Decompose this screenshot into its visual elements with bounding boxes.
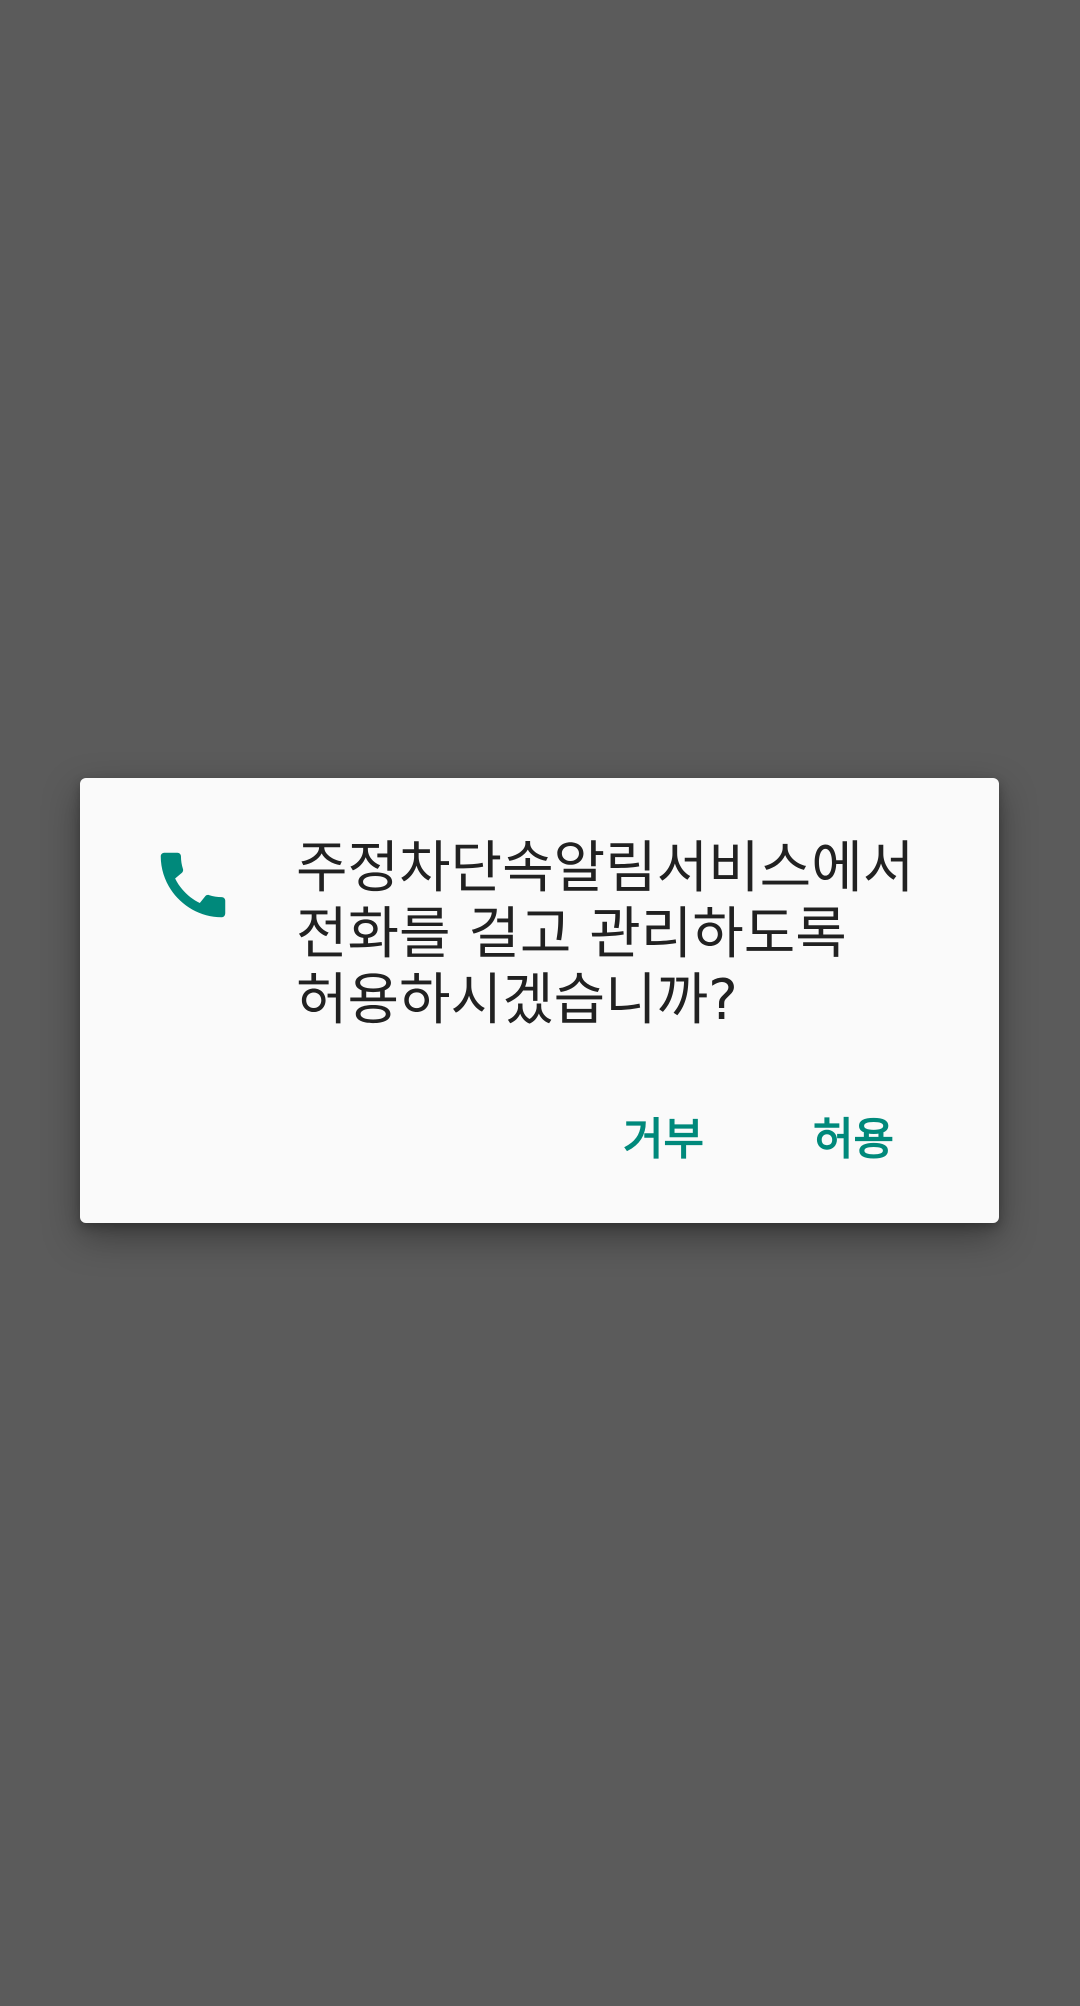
phone-icon	[150, 842, 236, 928]
permission-message: 주정차단속알림서비스에서 전화를 걸고 관리하도록 허용하시겠습니까?	[296, 836, 915, 1033]
deny-button[interactable]: 거부	[600, 1100, 727, 1180]
allow-button[interactable]: 허용	[790, 1100, 917, 1180]
